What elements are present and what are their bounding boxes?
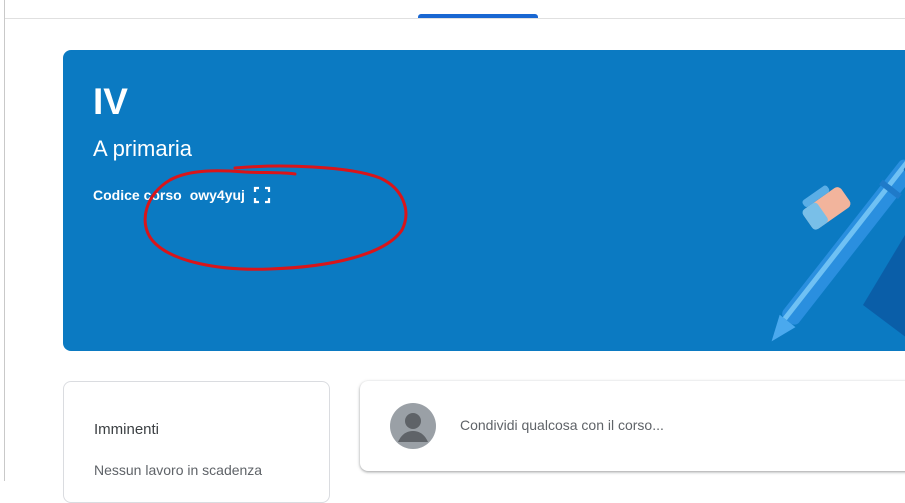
share-placeholder-text[interactable]: Condividi qualcosa con il corso... [460,417,664,433]
share-with-class-box[interactable]: Condividi qualcosa con il corso... [360,381,905,471]
class-code-value: owy4yuj [189,187,245,203]
upcoming-title: Imminenti [94,421,160,438]
course-banner: IV A primaria Codice corso owy4yuj [63,50,905,351]
person-icon [390,403,436,449]
pen-illustration [771,153,905,342]
class-code-label: Codice corso [93,187,182,203]
course-title: IV [93,81,128,122]
window-left-border [4,0,5,481]
fullscreen-icon[interactable] [253,186,271,204]
active-tab-indicator [418,14,538,18]
upcoming-card: Imminenti Nessun lavoro in scadenza [63,381,330,503]
tab-bar-divider [5,18,905,19]
class-code-row: Codice corso owy4yuj [93,186,271,204]
course-section: A primaria [93,136,193,161]
upcoming-empty-text: Nessun lavoro in scadenza [94,462,263,478]
